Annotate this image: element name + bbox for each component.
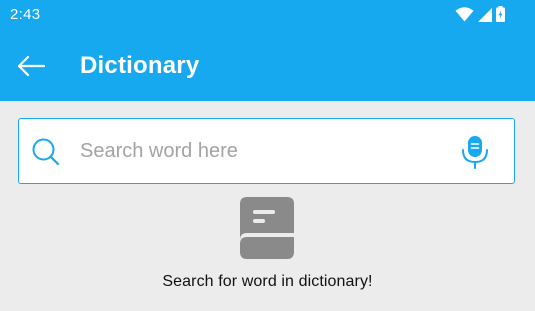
microphone-icon bbox=[462, 136, 488, 169]
page-title: Dictionary bbox=[80, 52, 200, 79]
voice-search-button[interactable] bbox=[460, 135, 490, 169]
status-icons bbox=[455, 6, 505, 22]
battery-charging-icon bbox=[496, 6, 505, 22]
search-input[interactable] bbox=[77, 131, 440, 171]
search-bar[interactable] bbox=[18, 118, 515, 184]
arrow-left-icon bbox=[17, 55, 45, 77]
empty-state-message: Search for word in dictionary! bbox=[162, 273, 373, 290]
app-bar: Dictionary bbox=[0, 30, 535, 101]
book-icon bbox=[240, 197, 294, 259]
cellular-signal-icon bbox=[478, 8, 492, 22]
back-button[interactable] bbox=[12, 50, 50, 82]
status-bar: 2:43 bbox=[0, 0, 535, 30]
wifi-icon bbox=[455, 7, 474, 22]
status-time: 2:43 bbox=[10, 6, 41, 23]
search-icon bbox=[32, 138, 60, 166]
